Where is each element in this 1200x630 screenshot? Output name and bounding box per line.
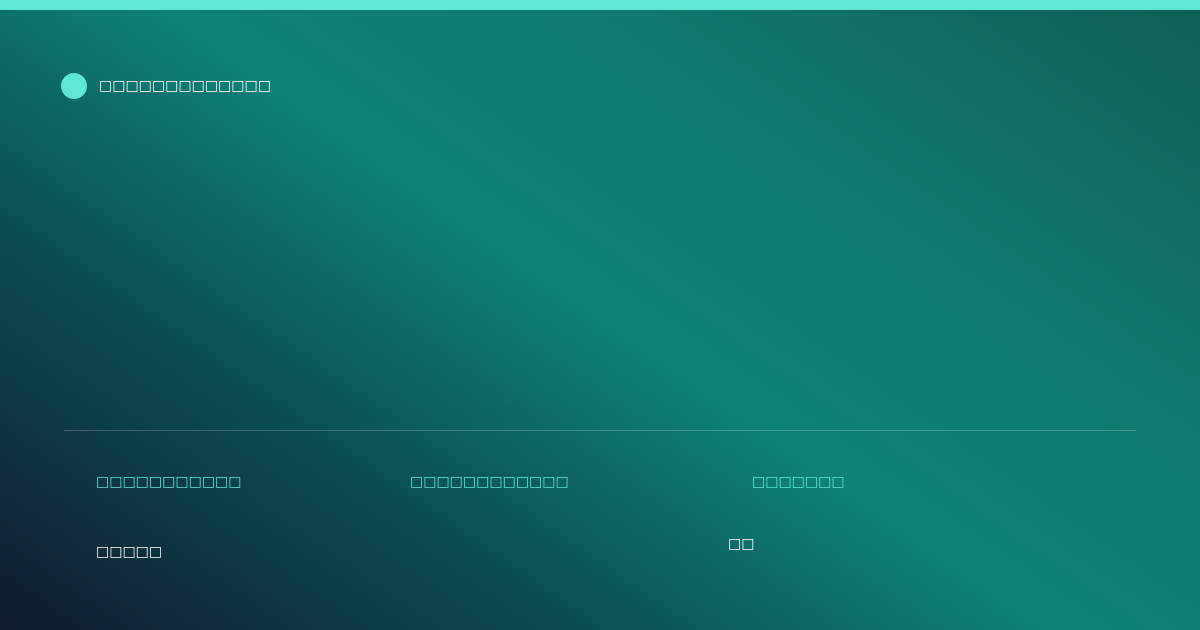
stat-label-2: □□□□□□□□□□□□ [410,474,569,490]
stat-label-1: □□□□□□□□□□□ [96,474,242,490]
stat-value-1: □□□□□ [96,544,163,560]
top-accent-bar [0,0,1200,10]
circle-dot-icon [61,73,87,99]
brand-name: □□□□□□□□□□□□□ [99,78,271,94]
section-divider [64,430,1136,431]
brand: □□□□□□□□□□□□□ [61,73,271,99]
stat-label-3: □□□□□□□ [752,474,845,490]
stat-value-3: □□ [728,536,755,552]
